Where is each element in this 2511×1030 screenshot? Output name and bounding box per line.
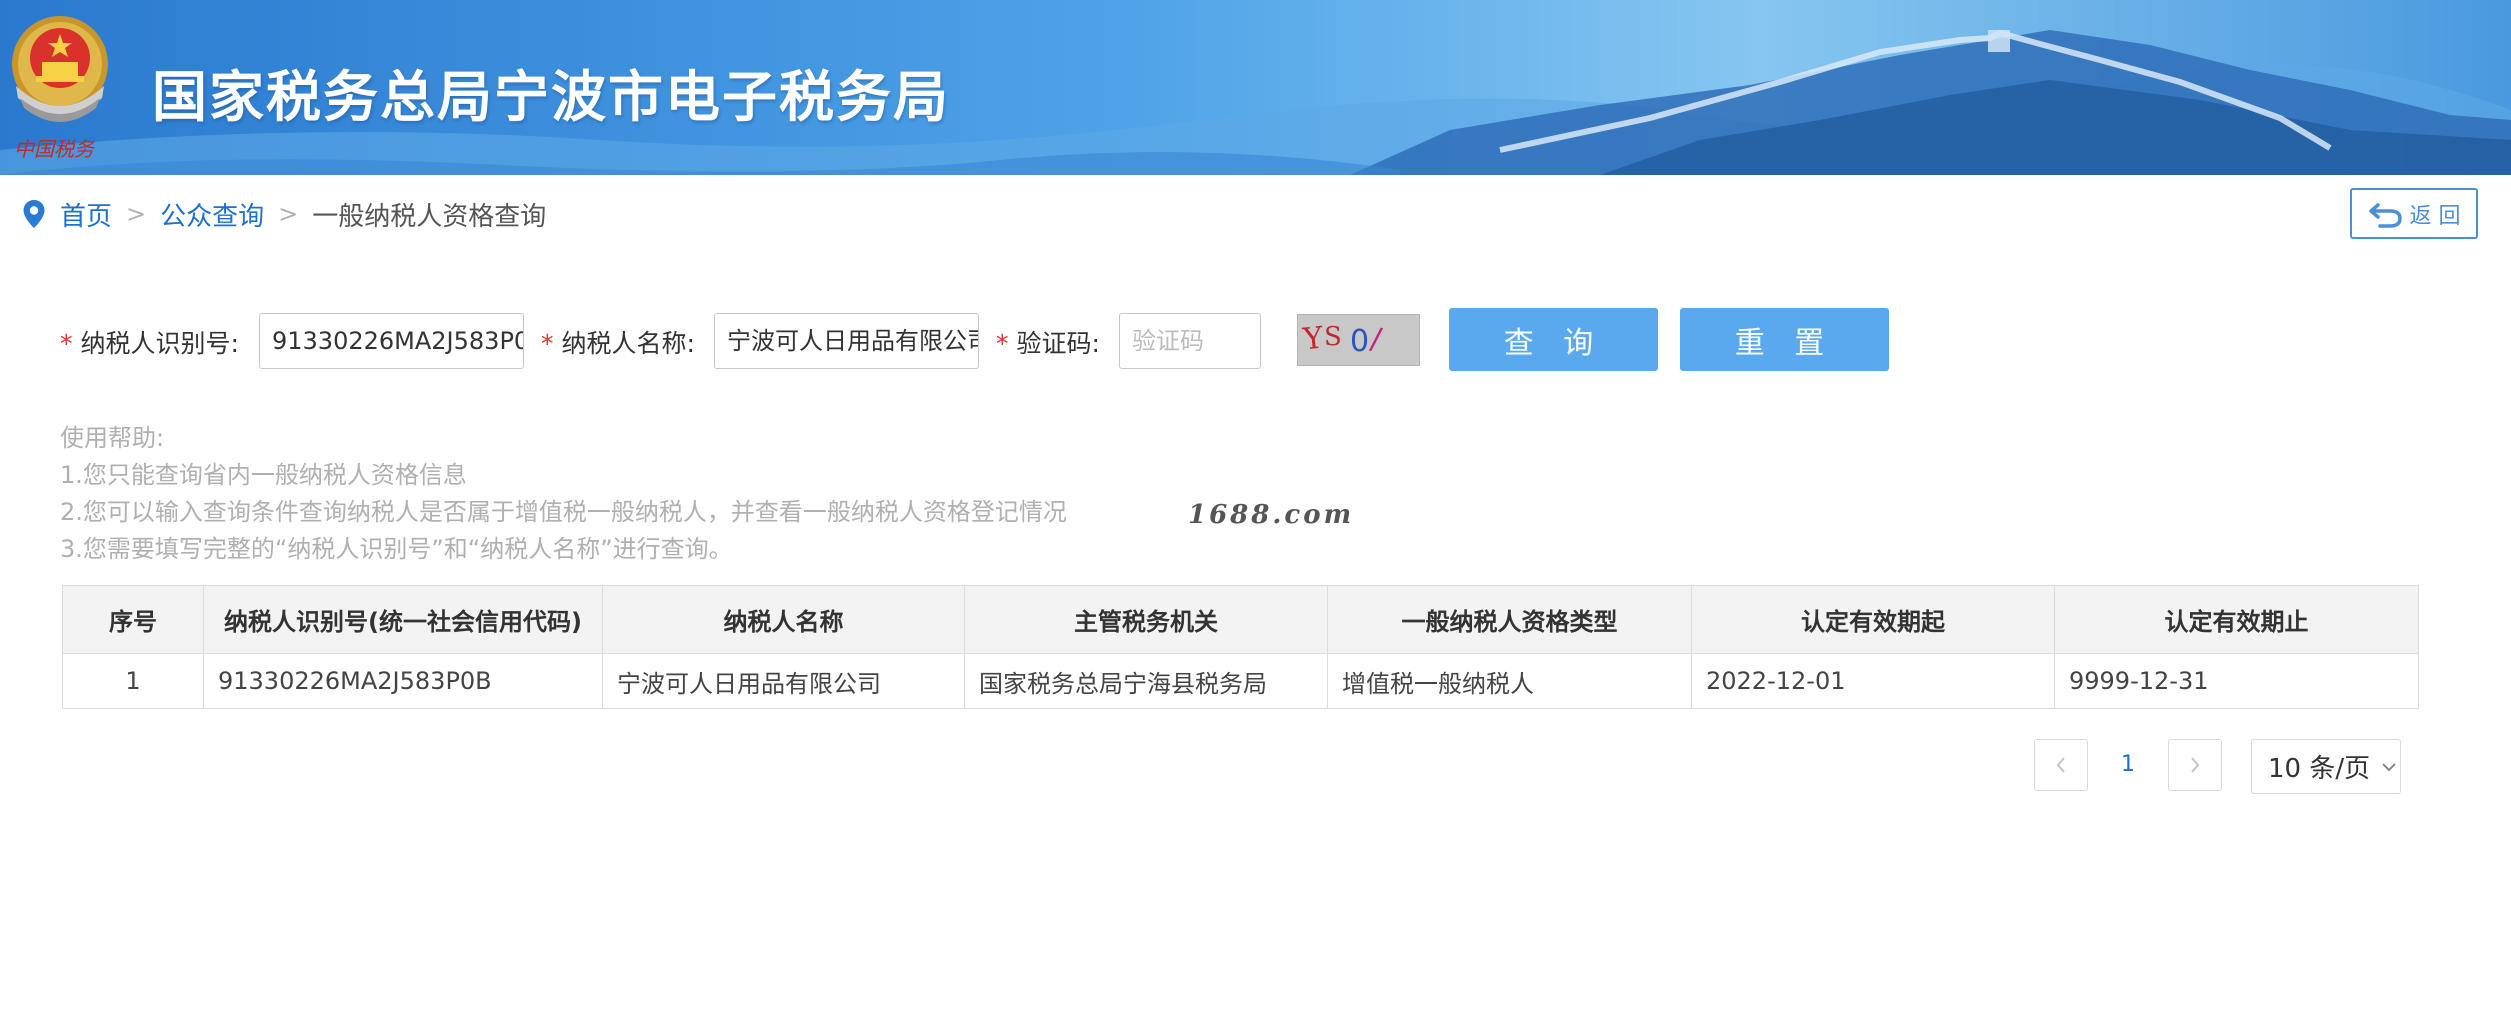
- svg-text:S: S: [1324, 322, 1342, 352]
- table-row: 1 91330226MA2J583P0B 宁波可人日用品有限公司 国家税务总局宁…: [62, 653, 2419, 709]
- taxpayer-name-label-text: 纳税人名称:: [561, 329, 695, 358]
- help-line: 3.您需要填写完整的“纳税人识别号”和“纳税人名称”进行查询。: [60, 535, 733, 563]
- usage-help: 使用帮助: 1.您只能查询省内一般纳税人资格信息 2.您可以输入查询条件查询纳税…: [60, 420, 1067, 568]
- next-page-button[interactable]: [2168, 739, 2222, 791]
- cell-tax-authority: 国家税务总局宁海县税务局: [964, 653, 1328, 709]
- svg-text:0: 0: [1350, 324, 1369, 359]
- breadcrumb-home-link[interactable]: 首页: [60, 196, 112, 233]
- cell-qualification-type: 增值税一般纳税人: [1327, 653, 1692, 709]
- column-header-valid-from: 认定有效期起: [1691, 585, 2055, 654]
- captcha-label-text: 验证码:: [1016, 329, 1100, 358]
- captcha-input[interactable]: 验证码: [1119, 313, 1261, 369]
- cell-valid-from: 2022-12-01: [1691, 653, 2055, 709]
- page-size-select[interactable]: 10 条/页: [2251, 739, 2401, 794]
- help-line: 1.您只能查询省内一般纳税人资格信息: [60, 461, 467, 489]
- cell-taxpayer-name: 宁波可人日用品有限公司: [602, 653, 965, 709]
- taxpayer-name-label: * 纳税人名称:: [541, 324, 695, 360]
- required-mark: *: [541, 329, 554, 358]
- column-header-taxpayer-id: 纳税人识别号(统一社会信用代码): [203, 585, 603, 654]
- prev-page-button[interactable]: [2034, 739, 2088, 791]
- taxpayer-id-input[interactable]: 91330226MA2J583P0B: [259, 313, 524, 369]
- breadcrumb-current: 一般纳税人资格查询: [312, 201, 547, 232]
- captcha-label: * 验证码:: [996, 324, 1100, 360]
- taxpayer-id-label-text: 纳税人识别号:: [80, 329, 239, 358]
- breadcrumb-public-query-link[interactable]: 公众查询: [160, 196, 264, 233]
- page-number-1[interactable]: 1: [2108, 739, 2148, 791]
- table-header-row: 序号 纳税人识别号(统一社会信用代码) 纳税人名称 主管税务机关 一般纳税人资格…: [62, 585, 2419, 654]
- captcha-image[interactable]: Y S 0 /: [1297, 314, 1420, 366]
- column-header-taxpayer-name: 纳税人名称: [602, 585, 965, 654]
- cell-index: 1: [62, 653, 204, 709]
- column-header-qualification-type: 一般纳税人资格类型: [1327, 585, 1692, 654]
- back-button[interactable]: 返 回: [2350, 188, 2478, 239]
- breadcrumb: 首页 > 公众查询 > 一般纳税人资格查询: [22, 196, 547, 233]
- taxpayer-id-label: * 纳税人识别号:: [60, 324, 239, 360]
- required-mark: *: [996, 329, 1009, 358]
- help-title: 使用帮助:: [60, 424, 165, 452]
- results-table: 序号 纳税人识别号(统一社会信用代码) 纳税人名称 主管税务机关 一般纳税人资格…: [62, 585, 2419, 709]
- breadcrumb-separator: >: [126, 200, 147, 228]
- cell-valid-to: 9999-12-31: [2054, 653, 2419, 709]
- chevron-right-icon: [2191, 757, 2200, 773]
- chevron-down-icon: [2382, 762, 2396, 771]
- page-size-value: 10 条/页: [2268, 754, 2371, 784]
- column-header-valid-to: 认定有效期止: [2054, 585, 2419, 654]
- column-header-index: 序号: [62, 585, 204, 654]
- taxpayer-name-input[interactable]: 宁波可人日用品有限公司: [714, 313, 979, 369]
- captcha-image-graphic: Y S 0 /: [1301, 320, 1385, 359]
- breadcrumb-separator: >: [278, 200, 299, 228]
- svg-text:Y: Y: [1301, 320, 1327, 357]
- required-mark: *: [60, 329, 73, 358]
- back-button-label: 返 回: [2409, 203, 2461, 229]
- reset-button[interactable]: 重 置: [1680, 308, 1889, 371]
- national-emblem-logo: 中国税务: [12, 16, 108, 161]
- chevron-left-icon: [2056, 757, 2065, 773]
- column-header-tax-authority: 主管税务机关: [964, 585, 1328, 654]
- location-pin-icon: [23, 200, 45, 228]
- return-arrow-icon: [2368, 202, 2402, 228]
- cell-taxpayer-id: 91330226MA2J583P0B: [203, 653, 603, 709]
- svg-text:/: /: [1368, 321, 1385, 357]
- site-title: 国家税务总局宁波市电子税务局: [152, 65, 951, 129]
- site-banner: 中国税务 国家税务总局宁波市电子税务局: [0, 0, 2511, 175]
- help-line: 2.您可以输入查询条件查询纳税人是否属于增值税一般纳税人，并查看一般纳税人资格登…: [60, 498, 1067, 526]
- query-button[interactable]: 查 询: [1449, 308, 1658, 371]
- watermark-text: 1688.com: [1188, 500, 1355, 530]
- emblem-caption-text: 中国税务: [14, 137, 96, 161]
